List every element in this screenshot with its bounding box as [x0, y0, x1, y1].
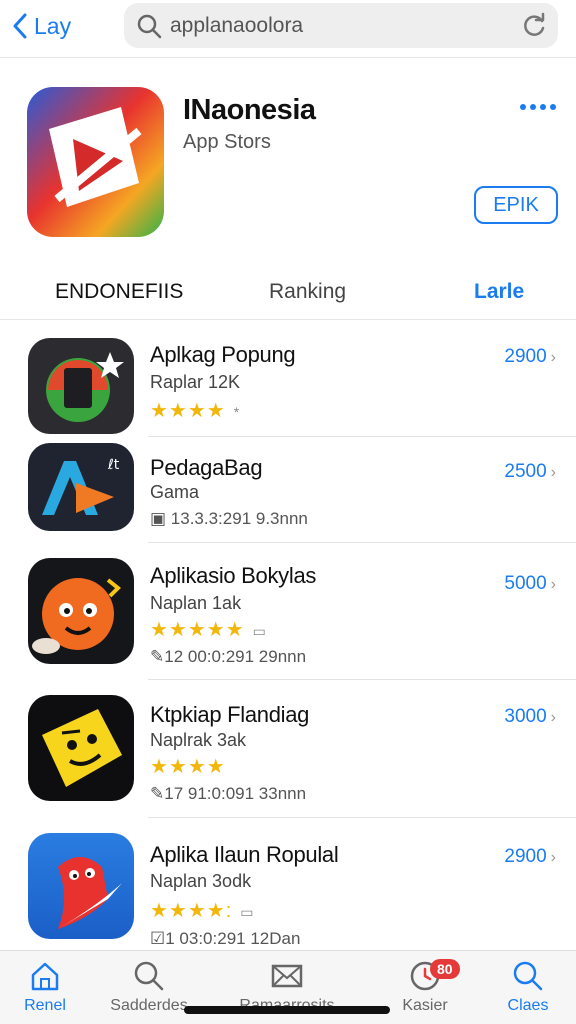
app-name: Aplikasio Bokylas — [150, 563, 317, 588]
app-icon-ktpkiap — [28, 695, 134, 801]
search-icon — [137, 14, 162, 38]
list-item[interactable]: Aplika Ilaun Ropulal Naplan 3odk ★★★★: ▭ … — [0, 818, 576, 950]
app-meta: ✎17 91:0:091 33nnn — [150, 784, 307, 803]
app-subtitle: Naplan 1ak — [150, 593, 242, 613]
app-icon-aplikasio — [28, 558, 134, 664]
app-name: Aplkag Popung — [150, 342, 296, 367]
calendar-icon: ▣ — [150, 509, 171, 528]
price-label[interactable]: 3000 › — [504, 706, 556, 728]
edit-icon: ✎ — [150, 784, 165, 803]
segment-tabs: ENDONEFIIS Ranking Larle — [0, 270, 576, 320]
tab-larle[interactable]: Larle — [474, 280, 524, 304]
rating-stars: ★★★★ * — [150, 400, 241, 422]
list-item[interactable]: Ktpkiap Flandiag Naplrak 3ak ★★★★ ✎17 91… — [0, 680, 576, 818]
price-label[interactable]: 2500 › — [504, 461, 556, 483]
chevron-left-icon — [13, 13, 27, 39]
search-input[interactable] — [170, 13, 510, 38]
price-label[interactable]: 2900 › — [504, 346, 556, 368]
notification-badge: 80 — [430, 959, 460, 979]
price-label[interactable]: 2900 › — [504, 846, 556, 868]
home-indicator — [184, 1006, 390, 1014]
more-options-icon[interactable] — [515, 97, 561, 117]
app-icon-aplika — [28, 833, 134, 939]
app-subtitle: Gama — [150, 482, 200, 502]
app-meta: ☑1 03:0:291 12Dan — [150, 929, 301, 948]
app-subtitle: Raplar 12K — [150, 372, 241, 392]
home-icon — [31, 962, 59, 991]
top-bar: Lay — [0, 0, 576, 58]
search-icon — [134, 961, 164, 991]
tabbar-item-renel[interactable]: Renel — [0, 957, 100, 1015]
rating-stars: ★★★★★ ▭ — [150, 619, 267, 641]
search-bar[interactable] — [124, 3, 558, 48]
tab-ranking[interactable]: Ranking — [269, 280, 346, 304]
tab-endonefiis[interactable]: ENDONEFIIS — [55, 280, 183, 304]
app-icon-aplkag — [28, 338, 134, 434]
app-meta: ✎12 00:0:291 29nnn — [150, 647, 307, 666]
app-subtitle: App Stors — [183, 131, 271, 153]
app-subtitle: Naplrak 3ak — [150, 730, 247, 750]
list-item[interactable]: Aplkag Popung Raplar 12K ★★★★ * 2900 › — [0, 322, 576, 437]
app-name: Aplika Ilaun Ropulal — [150, 842, 339, 867]
back-button[interactable]: Lay — [12, 6, 71, 46]
tabbar-item-claes[interactable]: Claes — [473, 957, 576, 1015]
check-icon: ☑ — [150, 929, 166, 948]
mail-icon — [271, 964, 303, 988]
svg-text:ℓt: ℓt — [107, 457, 120, 473]
app-name: PedagaBag — [150, 455, 263, 480]
get-button[interactable]: EPIK — [474, 186, 558, 224]
back-label: Lay — [34, 12, 72, 39]
price-label[interactable]: 5000 › — [504, 573, 556, 595]
app-title: INaonesia — [183, 94, 316, 126]
app-meta: ▣ 13.3.3:291 9.3nnn — [150, 509, 308, 528]
app-icon-pedagabag: ℓt — [28, 443, 134, 531]
rating-stars: ★★★★ — [150, 756, 226, 778]
reload-icon[interactable] — [520, 12, 548, 40]
search-icon — [513, 961, 543, 991]
app-subtitle: Naplan 3odk — [150, 871, 252, 891]
app-name: Ktpkiap Flandiag — [150, 702, 310, 727]
list-item[interactable]: Aplikasio Bokylas Naplan 1ak ★★★★★ ▭ ✎12 … — [0, 543, 576, 680]
app-icon — [27, 87, 164, 237]
list-item[interactable]: ℓt PedagaBag Gama ▣ 13.3.3:291 9.3nnn 25… — [0, 437, 576, 543]
edit-icon: ✎ — [150, 647, 165, 666]
rating-stars: ★★★★: ▭ — [150, 900, 255, 922]
